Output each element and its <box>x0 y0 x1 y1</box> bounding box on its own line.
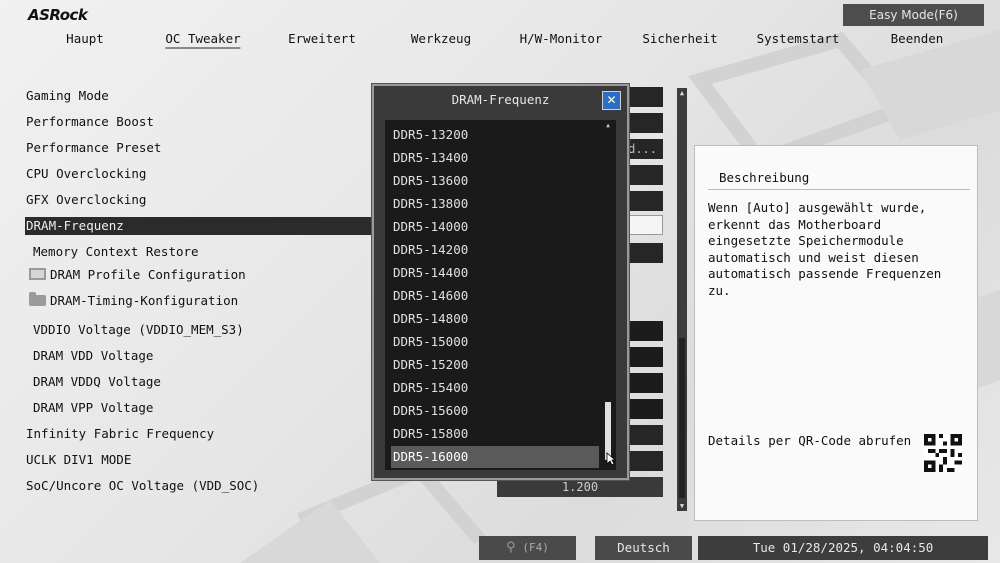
popup-option[interactable]: DDR5-15800 <box>391 423 599 445</box>
popup-option[interactable]: DDR5-14600 <box>391 285 599 307</box>
popup-option[interactable]: DDR5-15000 <box>391 331 599 353</box>
popup-option[interactable]: DDR5-15400 <box>391 377 599 399</box>
popup-option[interactable]: DDR5-14400 <box>391 262 599 284</box>
search-shortcut: (F4) <box>522 541 549 554</box>
search-icon: ⚲ <box>506 540 516 555</box>
tab-werkzeug[interactable]: Werkzeug <box>411 31 471 46</box>
tab-oc-tweaker[interactable]: OC Tweaker <box>165 31 241 49</box>
mouse-cursor-icon <box>606 452 616 466</box>
menu-item-gfx-overclocking[interactable]: GFX Overclocking <box>26 192 146 207</box>
dram-frequency-popup: DRAM-Frequenz ✕ DDR5-13200 DDR5-13400 DD… <box>372 84 629 480</box>
menu-item-performance-preset[interactable]: Performance Preset <box>26 140 161 155</box>
popup-option[interactable]: DDR5-14000 <box>391 216 599 238</box>
popup-option[interactable]: DDR5-14200 <box>391 239 599 261</box>
popup-scrollbar[interactable]: ▲ <box>604 122 612 467</box>
scroll-down-icon[interactable]: ▼ <box>677 501 687 511</box>
menu-item-gaming-mode[interactable]: Gaming Mode <box>26 88 109 103</box>
scrollbar-thumb[interactable] <box>679 338 685 498</box>
popup-title: DRAM-Frequenz <box>451 92 550 107</box>
popup-option[interactable]: DDR5-13400 <box>391 147 599 169</box>
profile-icon <box>29 268 46 280</box>
folder-icon <box>29 292 46 306</box>
asrock-logo: ASRock <box>28 6 88 24</box>
menu-item-infinity-fabric-frequency[interactable]: Infinity Fabric Frequency <box>26 426 214 441</box>
tab-haupt[interactable]: Haupt <box>66 31 104 46</box>
easy-mode-button[interactable]: Easy Mode(F6) <box>843 4 984 26</box>
scroll-up-icon[interactable]: ▲ <box>677 88 687 98</box>
scroll-up-icon[interactable]: ▲ <box>604 122 612 130</box>
menu-item-dram-vpp-voltage[interactable]: DRAM VPP Voltage <box>33 400 153 415</box>
menu-item-vddio-voltage[interactable]: VDDIO Voltage (VDDIO_MEM_S3) <box>33 322 244 337</box>
menu-item-dram-vddq-voltage[interactable]: DRAM VDDQ Voltage <box>33 374 161 389</box>
close-icon[interactable]: ✕ <box>602 91 621 110</box>
description-title: Beschreibung <box>719 170 810 185</box>
tab-hw-monitor[interactable]: H/W-Monitor <box>520 31 603 46</box>
tab-beenden[interactable]: Beenden <box>891 31 944 46</box>
tab-sicherheit[interactable]: Sicherheit <box>642 31 717 46</box>
menu-item-dram-timing-konfiguration[interactable]: DRAM-Timing-Konfiguration <box>29 292 239 308</box>
description-divider <box>708 189 970 190</box>
menu-item-performance-boost[interactable]: Performance Boost <box>26 114 154 129</box>
menu-item-label: DRAM Profile Configuration <box>50 267 246 282</box>
description-panel: Beschreibung Wenn [Auto] ausgewählt wurd… <box>694 145 978 521</box>
menu-item-uclk-div1-mode[interactable]: UCLK DIV1 MODE <box>26 452 131 467</box>
main-scrollbar[interactable]: ▲ ▼ <box>677 88 687 511</box>
menu-item-dram-frequenz[interactable]: DRAM-Frequenz <box>25 217 377 235</box>
description-text: Wenn [Auto] ausgewählt wurde, erkennt da… <box>708 200 942 298</box>
menu-item-dram-profile-configuration[interactable]: DRAM Profile Configuration <box>29 267 246 282</box>
popup-option-list: DDR5-13200 DDR5-13400 DDR5-13600 DDR5-13… <box>385 120 616 470</box>
search-button[interactable]: ⚲ (F4) <box>479 536 576 560</box>
popup-option[interactable]: DDR5-13200 <box>391 124 599 146</box>
popup-option-selected[interactable]: DDR5-16000 <box>391 446 599 468</box>
menu-item-label: DRAM-Timing-Konfiguration <box>50 293 239 308</box>
soc-voltage-value[interactable]: 1.200 <box>497 477 663 497</box>
tab-systemstart[interactable]: Systemstart <box>757 31 840 46</box>
popup-option[interactable]: DDR5-14800 <box>391 308 599 330</box>
menu-item-memory-context-restore[interactable]: Memory Context Restore <box>33 244 199 259</box>
tab-bar: Haupt OC Tweaker Erweitert Werkzeug H/W-… <box>0 31 1000 51</box>
language-button[interactable]: Deutsch <box>595 536 692 560</box>
popup-option[interactable]: DDR5-13600 <box>391 170 599 192</box>
popup-option[interactable]: DDR5-15200 <box>391 354 599 376</box>
menu-item-cpu-overclocking[interactable]: CPU Overclocking <box>26 166 146 181</box>
qr-code-label: Details per QR-Code abrufen <box>708 433 912 448</box>
menu-item-soc-uncore-oc-voltage[interactable]: SoC/Uncore OC Voltage (VDD_SOC) <box>26 478 259 493</box>
qr-code-icon[interactable] <box>924 434 962 472</box>
popup-option[interactable]: DDR5-13800 <box>391 193 599 215</box>
menu-item-dram-vdd-voltage[interactable]: DRAM VDD Voltage <box>33 348 153 363</box>
datetime-display: Tue 01/28/2025, 04:04:50 <box>698 536 988 560</box>
popup-option[interactable]: DDR5-15600 <box>391 400 599 422</box>
tab-erweitert[interactable]: Erweitert <box>288 31 356 46</box>
